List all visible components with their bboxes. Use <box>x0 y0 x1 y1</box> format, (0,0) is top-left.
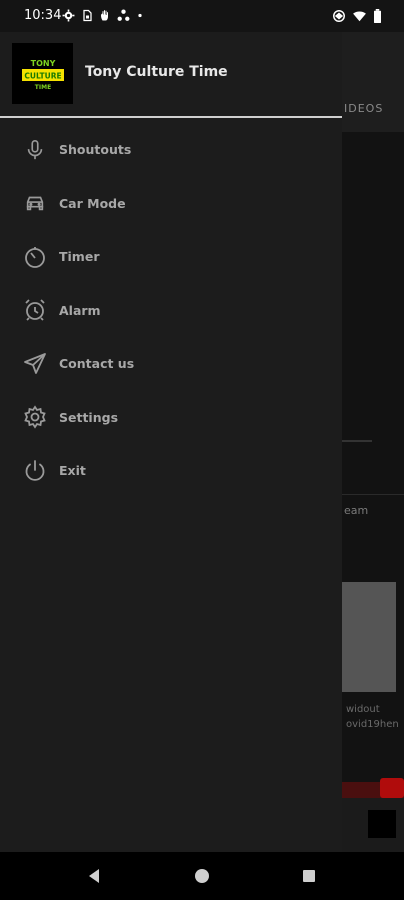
menu-item-settings[interactable]: Settings <box>0 391 342 445</box>
system-navigation-bar <box>0 852 404 900</box>
microphone-icon <box>23 138 47 162</box>
dot-icon <box>138 13 142 18</box>
navigation-drawer: TONY CULTURE TIME Tony Culture Time Shou… <box>0 32 342 852</box>
background-divider-short <box>342 440 372 442</box>
recents-icon[interactable] <box>299 866 319 886</box>
menu-label-contact-us: Contact us <box>59 356 135 372</box>
gear-icon <box>62 9 75 22</box>
menu-label-car-mode: Car Mode <box>59 195 126 211</box>
alarm-clock-icon <box>23 298 47 322</box>
app-logo-graphic: TONY CULTURE TIME <box>21 59 64 91</box>
background-divider <box>342 494 404 495</box>
battery-icon <box>374 9 381 23</box>
menu-item-car-mode[interactable]: Car Mode <box>0 177 342 231</box>
menu-label-settings: Settings <box>59 409 119 425</box>
background-play-button[interactable] <box>380 778 404 798</box>
drawer-header: TONY CULTURE TIME Tony Culture Time <box>0 32 342 116</box>
svg-text:CULTURE: CULTURE <box>24 71 61 80</box>
share-nodes-icon <box>117 9 130 21</box>
menu-item-alarm[interactable]: Alarm <box>0 284 342 338</box>
menu-item-exit[interactable]: Exit <box>0 444 342 498</box>
background-caption-line-2: ovid19hen <box>346 719 399 730</box>
car-icon <box>23 191 47 215</box>
status-time: 10:34 <box>24 8 62 23</box>
background-snippet: eam <box>344 504 369 517</box>
menu-label-timer: Timer <box>59 249 100 265</box>
background-mini-logo <box>368 810 396 838</box>
status-left-icons <box>62 9 144 22</box>
menu-label-alarm: Alarm <box>59 302 101 318</box>
status-bar: 10:34 <box>0 0 404 32</box>
header-divider <box>0 116 342 118</box>
background-toolbar <box>342 32 404 132</box>
menu-item-timer[interactable]: Timer <box>0 230 342 284</box>
wifi-icon <box>353 11 366 22</box>
hand-icon <box>101 10 108 21</box>
app-name: Tony Culture Time <box>85 64 228 80</box>
gear-icon <box>23 405 47 429</box>
back-icon[interactable] <box>84 866 104 886</box>
send-icon <box>23 352 47 376</box>
data-saver-icon <box>333 10 345 22</box>
background-video-caption: widout ovid19hen <box>346 702 399 732</box>
menu-label-shoutouts: Shoutouts <box>59 142 132 158</box>
svg-text:TONY: TONY <box>30 59 55 68</box>
status-right-icons <box>332 9 382 23</box>
menu-item-contact-us[interactable]: Contact us <box>0 337 342 391</box>
app-logo: TONY CULTURE TIME <box>12 43 73 104</box>
menu-item-shoutouts[interactable]: Shoutouts <box>0 123 342 177</box>
svg-text:TIME: TIME <box>34 84 50 91</box>
background-video-thumbnail[interactable] <box>342 582 396 692</box>
background-tab-videos[interactable]: IDEOS <box>344 102 383 115</box>
drawer-menu: Shoutouts Car Mode Timer Alarm Contact u… <box>0 123 342 498</box>
menu-label-exit: Exit <box>59 463 86 479</box>
power-icon <box>23 459 47 483</box>
sim-card-icon <box>83 9 92 22</box>
background-caption-line-1: widout <box>346 704 380 715</box>
home-icon[interactable] <box>192 866 212 886</box>
timer-icon <box>23 245 47 269</box>
